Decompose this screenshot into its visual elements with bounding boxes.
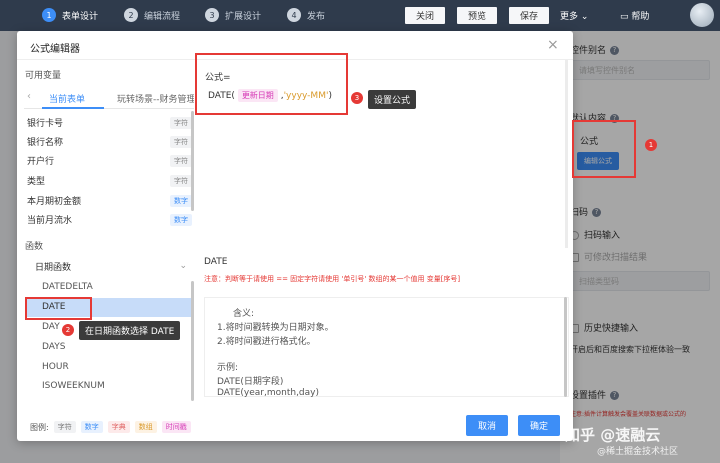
close-icon[interactable]: × bbox=[547, 37, 559, 53]
functions-label: 函数 bbox=[25, 242, 44, 252]
step-form-design[interactable]: 1 表单设计 bbox=[42, 7, 98, 23]
fn-name: DATE bbox=[204, 257, 228, 267]
help-link[interactable]: ▭ 帮助 bbox=[620, 9, 649, 22]
chevron-left-icon[interactable]: ‹ bbox=[27, 91, 31, 102]
preview-button[interactable]: 预览 bbox=[456, 6, 498, 25]
fn-item[interactable]: ISOWEEKNUM bbox=[42, 381, 105, 391]
tab-scenario[interactable]: 玩转场景--财务管理 bbox=[117, 92, 194, 105]
scrollbar[interactable] bbox=[564, 297, 567, 397]
list-item[interactable]: 类型 字符 bbox=[27, 171, 192, 190]
var-tabs: ‹ 当前表单 玩转场景--财务管理 bbox=[24, 87, 194, 109]
step-edit-flow[interactable]: 2 编辑流程 bbox=[124, 7, 180, 23]
available-vars-label: 可用变量 bbox=[25, 71, 62, 81]
save-button[interactable]: 保存 bbox=[508, 6, 550, 25]
highlight-date-fn bbox=[25, 297, 92, 320]
fn-description: 含义: 1.将时间戳转换为日期对象。 2.将时间戳进行格式化。 示例: DATE… bbox=[204, 297, 569, 398]
fn-item[interactable]: DAYS bbox=[42, 342, 65, 352]
tab-underline bbox=[42, 107, 104, 109]
confirm-button[interactable]: 确定 bbox=[518, 415, 560, 436]
scrollbar[interactable] bbox=[565, 60, 568, 248]
step-marker: 2 bbox=[62, 324, 74, 336]
fn-group-date[interactable]: 日期函数 ⌄ bbox=[25, 256, 193, 276]
scrollbar[interactable] bbox=[191, 111, 194, 211]
legend: 图例: 字符 数字 字典 数组 时间戳 bbox=[30, 421, 191, 433]
fn-item[interactable]: DATEDELTA bbox=[42, 282, 93, 292]
list-item[interactable]: 开户行 字符 bbox=[27, 151, 192, 170]
avatar[interactable] bbox=[690, 3, 714, 27]
step-publish[interactable]: 4 发布 bbox=[287, 7, 325, 23]
syntax-note: 注意：判断等于请使用 == 固定字符请使用 '单引号' 数组的某一个值用 变量[… bbox=[204, 275, 461, 283]
fn-item[interactable]: HOUR bbox=[42, 362, 69, 372]
watermark: 知乎 @速融云 bbox=[565, 426, 661, 444]
highlight-default bbox=[572, 120, 636, 178]
list-item[interactable]: 银行名称 字符 bbox=[27, 132, 192, 151]
highlight-formula bbox=[195, 53, 348, 115]
step-marker: 3 bbox=[351, 92, 363, 104]
cancel-button[interactable]: 取消 bbox=[466, 415, 508, 436]
list-item[interactable]: 本月期初金额 数字 bbox=[27, 191, 192, 210]
close-button[interactable]: 关闭 bbox=[404, 6, 446, 25]
list-item[interactable]: 银行卡号 字符 bbox=[27, 113, 192, 132]
watermark-sub: @稀土掘金技术社区 bbox=[597, 447, 679, 457]
fn-item[interactable]: DAY bbox=[42, 322, 60, 332]
step-marker: 1 bbox=[645, 139, 657, 151]
chevron-down-icon: ⌄ bbox=[580, 12, 589, 22]
list-item[interactable]: 当前月流水 数字 bbox=[27, 210, 192, 229]
modal-title: 公式编辑器 bbox=[30, 44, 80, 55]
chat-icon: ▭ bbox=[620, 12, 629, 22]
callout-set-formula: 设置公式 bbox=[368, 90, 417, 109]
more-menu[interactable]: 更多 ⌄ bbox=[560, 9, 588, 22]
scrollbar[interactable] bbox=[191, 281, 194, 401]
step-extend-design[interactable]: 3 扩展设计 bbox=[205, 7, 261, 23]
chevron-down-icon: ⌄ bbox=[179, 261, 187, 271]
tab-current-form[interactable]: 当前表单 bbox=[49, 92, 85, 105]
callout-select-date: 在日期函数选择 DATE bbox=[79, 321, 181, 340]
top-bar: 1 表单设计 2 编辑流程 3 扩展设计 4 发布 关闭 预览 保存 更多 ⌄ … bbox=[0, 0, 720, 31]
